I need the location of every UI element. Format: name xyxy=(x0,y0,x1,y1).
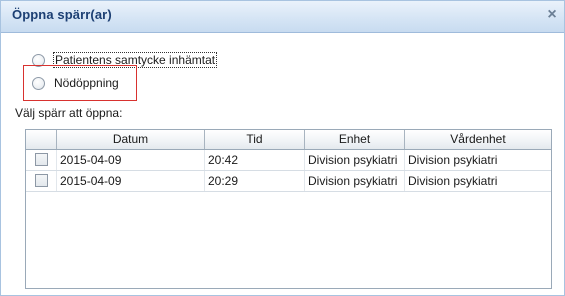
dialog-titlebar: Öppna spärr(ar) × xyxy=(1,1,564,33)
radio-option-emergency[interactable]: Nödöppning xyxy=(32,73,119,93)
header-select xyxy=(26,130,57,149)
table-row[interactable]: 2015-04-09 20:29 Division psykiatri Divi… xyxy=(26,171,551,192)
radio-button-emergency[interactable] xyxy=(32,76,45,90)
table-row[interactable]: 2015-04-09 20:42 Division psykiatri Divi… xyxy=(26,150,551,171)
cell-enhet: Division psykiatri xyxy=(305,171,405,191)
cell-vardenhet: Division psykiatri xyxy=(408,174,498,188)
open-blocks-dialog: Öppna spärr(ar) × Patientens samtycke in… xyxy=(0,0,565,296)
select-block-prompt: Välj spärr att öppna: xyxy=(15,106,123,120)
cell-tid: 20:29 xyxy=(205,171,305,191)
blocks-table: Datum Tid Enhet Vårdenhet 2015-04-09 20:… xyxy=(25,129,552,289)
header-vardenhet[interactable]: Vårdenhet xyxy=(405,130,551,149)
dialog-title: Öppna spärr(ar) xyxy=(12,7,112,22)
cell-datum: 2015-04-09 xyxy=(57,171,205,191)
select-cell xyxy=(26,171,57,191)
row-checkbox[interactable] xyxy=(35,153,48,166)
radio-label-emergency: Nödöppning xyxy=(54,76,119,90)
table-header: Datum Tid Enhet Vårdenhet xyxy=(26,130,551,150)
cell-enhet: Division psykiatri xyxy=(305,150,405,170)
select-cell xyxy=(26,150,57,170)
close-icon[interactable]: × xyxy=(545,7,559,23)
cell-tid: 20:42 xyxy=(205,150,305,170)
cell-vardenhet: Division psykiatri xyxy=(408,153,498,167)
header-datum[interactable]: Datum xyxy=(57,130,205,149)
header-tid[interactable]: Tid xyxy=(205,130,305,149)
row-checkbox[interactable] xyxy=(35,174,48,187)
cell-datum: 2015-04-09 xyxy=(57,150,205,170)
header-enhet[interactable]: Enhet xyxy=(305,130,405,149)
